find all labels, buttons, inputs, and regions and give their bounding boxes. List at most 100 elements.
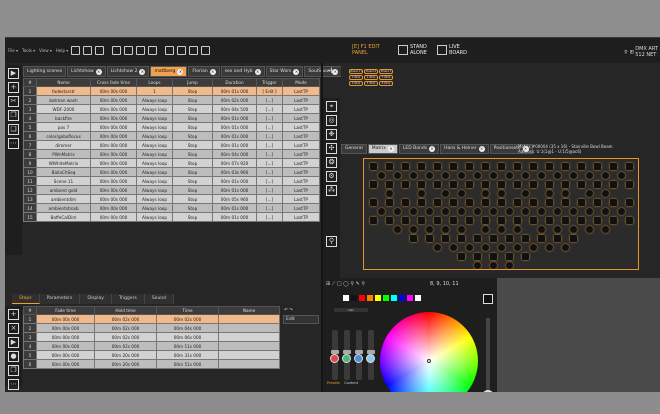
table-cell[interactable]: 00m 01s 000 <box>212 86 257 96</box>
table-cell[interactable]: 00m 00s 000 <box>90 167 137 177</box>
chart-icon[interactable] <box>124 46 134 55</box>
table-cell[interactable]: Stop <box>172 131 213 141</box>
fixture-cell[interactable] <box>522 253 529 260</box>
fixture-cell[interactable] <box>506 253 513 260</box>
edit-button[interactable]: Edit <box>283 315 319 324</box>
table-cell[interactable]: [...] <box>256 158 283 168</box>
table-cell[interactable]: 4 <box>23 113 37 123</box>
fixture-cell[interactable] <box>530 163 537 170</box>
table-cell[interactable]: 7 <box>23 140 37 150</box>
fixture-cell[interactable] <box>458 235 465 242</box>
fixture-cell[interactable] <box>418 181 425 188</box>
table-cell[interactable]: PWnMatrix <box>36 149 91 159</box>
fixture-cell[interactable] <box>466 163 473 170</box>
table-cell[interactable]: 00m 07s 920 <box>212 158 257 168</box>
table-cell[interactable]: 00m 00s 000 <box>90 176 137 186</box>
table-cell[interactable]: fadestarstr <box>36 86 91 96</box>
fixture-cell[interactable] <box>594 199 601 206</box>
table-cell[interactable]: 00m 00s 000 <box>90 203 137 213</box>
fixture-cell[interactable] <box>370 181 377 188</box>
fixture-cell[interactable] <box>514 226 521 233</box>
tab-hans-heiner[interactable]: Hans & Heiner × <box>440 144 489 154</box>
table-cell[interactable]: 00m 01s 000 <box>212 140 257 150</box>
add-scene-icon[interactable]: + <box>8 82 19 93</box>
settings-icon[interactable] <box>112 46 122 55</box>
fixture-cell[interactable] <box>466 199 473 206</box>
table-cell[interactable]: Always loop <box>136 131 173 141</box>
table-cell[interactable]: ambient gold <box>36 185 91 195</box>
fixture-cell[interactable] <box>434 199 441 206</box>
fixture-cell[interactable] <box>402 199 409 206</box>
table-cell[interactable] <box>218 341 280 351</box>
table-cell[interactable]: 13 <box>23 194 37 204</box>
fixture-cell[interactable] <box>514 244 521 251</box>
fixture-cell[interactable] <box>594 163 601 170</box>
table-row[interactable]: 4 00m 00s 000 00m 02s 000 00m 11s 000 <box>23 341 280 351</box>
tab-star-wars[interactable]: Star Wars × <box>265 66 304 77</box>
fixture-cell[interactable] <box>618 208 625 215</box>
table-cell[interactable]: 00m 04s 000 <box>212 149 257 159</box>
tab-lichtshow[interactable]: Lichtshow × <box>67 66 106 77</box>
fixture-cell[interactable] <box>394 208 401 215</box>
fixture-cell[interactable] <box>538 235 545 242</box>
fixture-cell[interactable] <box>602 190 609 197</box>
menu-help[interactable]: Help ▾ <box>56 48 68 53</box>
mode-edit-panel[interactable]: [E] F1 EDIT PANEL <box>352 44 380 56</box>
column-header[interactable]: Jump <box>172 78 213 87</box>
fixture-cell[interactable] <box>562 244 569 251</box>
play-icon[interactable]: ▶ <box>8 68 19 79</box>
column-header[interactable]: Trigger <box>256 78 283 87</box>
table-cell[interactable]: 1 <box>23 314 37 324</box>
fixture-cell[interactable] <box>530 244 537 251</box>
close-icon[interactable]: × <box>429 146 436 152</box>
fixture-cell[interactable] <box>506 262 513 269</box>
fixture-cell[interactable] <box>618 172 625 179</box>
fixture-cell[interactable] <box>506 235 513 242</box>
fixture-cell[interactable] <box>482 199 489 206</box>
fixture-cell[interactable] <box>578 199 585 206</box>
table-cell[interactable]: 2 <box>23 323 37 333</box>
tab-content[interactable]: Content <box>344 381 358 385</box>
table-cell[interactable]: 00m 00s 000 <box>36 314 95 324</box>
scissors-icon[interactable]: ✂ <box>8 96 19 107</box>
fixture-cell[interactable] <box>474 262 481 269</box>
fixture-cell[interactable] <box>474 172 481 179</box>
color-wheel[interactable] <box>380 312 478 392</box>
tab-florian[interactable]: Florian × <box>188 66 220 77</box>
table-cell[interactable]: 00m 03s 960 <box>212 167 257 177</box>
table-cell[interactable]: Stop <box>172 113 213 123</box>
remove-step-icon[interactable]: × <box>8 323 19 334</box>
tab-presets[interactable]: Presets <box>327 381 340 385</box>
brightness-slider[interactable] <box>482 318 494 392</box>
fixture-cell[interactable] <box>450 181 457 188</box>
fixture-cell[interactable] <box>442 190 449 197</box>
fixture-cell[interactable] <box>586 226 593 233</box>
table-cell[interactable]: [...] <box>256 203 283 213</box>
table-cell[interactable]: WDF-2000 <box>36 104 91 114</box>
monitor-icon[interactable] <box>136 46 146 55</box>
fixture-cell[interactable] <box>530 217 537 224</box>
table-cell[interactable]: LastTP <box>282 104 320 114</box>
fixture-cell[interactable] <box>610 217 617 224</box>
grid-icon[interactable] <box>189 46 199 55</box>
table-cell[interactable]: 6 <box>23 359 37 369</box>
menu-tools[interactable]: Tools ▾ <box>22 48 35 53</box>
table-cell[interactable]: BallaChSeq <box>36 167 91 177</box>
table-row[interactable]: 2 00m 00s 000 00m 02s 000 00m 04s 000 <box>23 323 280 333</box>
table-cell[interactable]: Stop <box>172 176 213 186</box>
fixture-cell[interactable] <box>370 163 377 170</box>
table-cell[interactable]: [...] <box>256 122 283 132</box>
close-icon[interactable]: × <box>177 68 184 75</box>
tab-parameters[interactable]: Parameters <box>39 294 81 304</box>
fixture-cell[interactable] <box>594 181 601 188</box>
table-cell[interactable]: LastTP <box>282 167 320 177</box>
fixture-cell[interactable] <box>530 181 537 188</box>
more-icon[interactable]: ⋯ <box>8 138 19 149</box>
select-icon[interactable]: ⌖ <box>326 101 337 112</box>
table-cell[interactable]: 00m 00s 000 <box>36 359 95 369</box>
fixture-cell[interactable] <box>498 199 505 206</box>
table-cell[interactable]: 12 <box>23 185 37 195</box>
fixture-cell[interactable] <box>466 244 473 251</box>
fixture-cell[interactable] <box>538 172 545 179</box>
fixture-cell[interactable] <box>402 163 409 170</box>
